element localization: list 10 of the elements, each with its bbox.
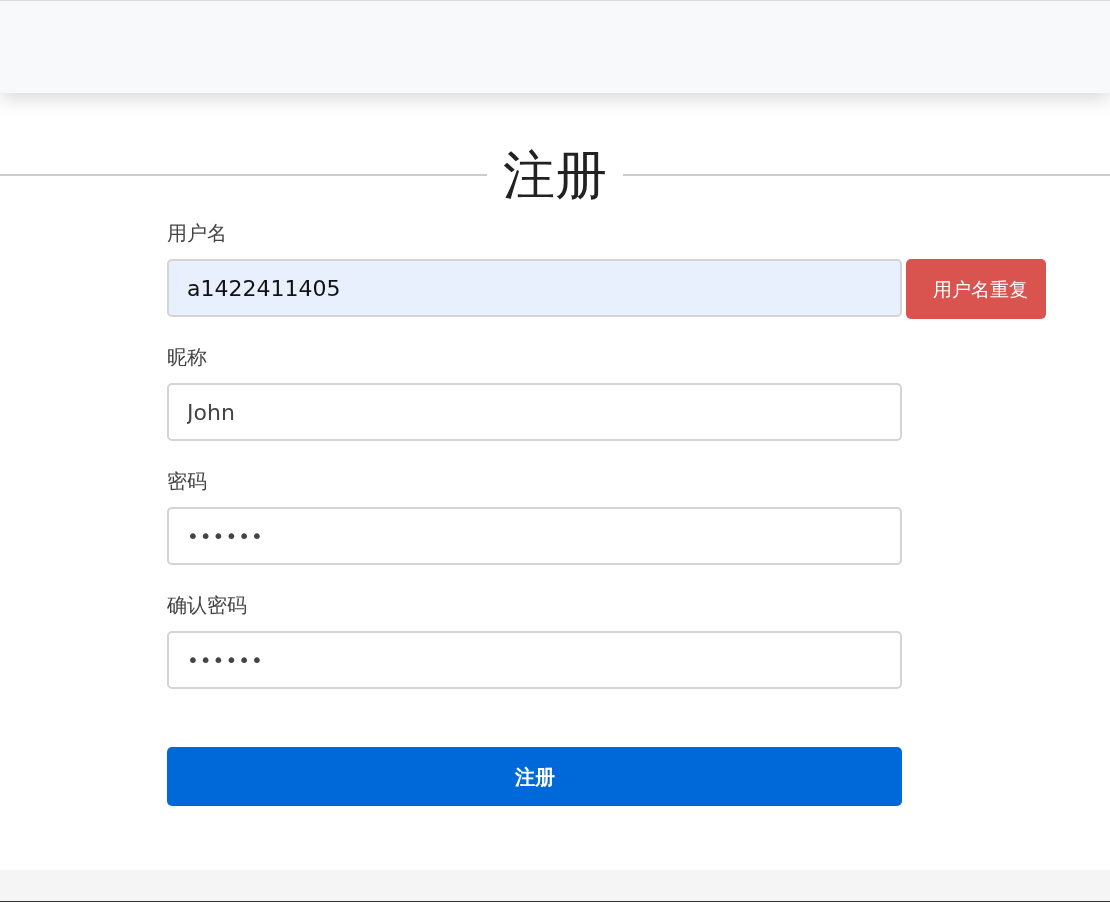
field-label: 确认密码	[167, 593, 248, 617]
input-field[interactable]: a1422411405	[167, 259, 902, 317]
page-title: 注册	[502, 149, 608, 201]
password-field[interactable]: ••••••	[167, 507, 902, 565]
error-tooltip: 用户名重复	[906, 259, 1046, 319]
field-label: 密码	[167, 469, 208, 493]
field-label: 昵称	[167, 345, 208, 369]
field-label: 用户名	[167, 221, 228, 245]
register-button[interactable]: 注册	[167, 747, 902, 806]
password-field[interactable]: ••••••	[167, 631, 902, 689]
